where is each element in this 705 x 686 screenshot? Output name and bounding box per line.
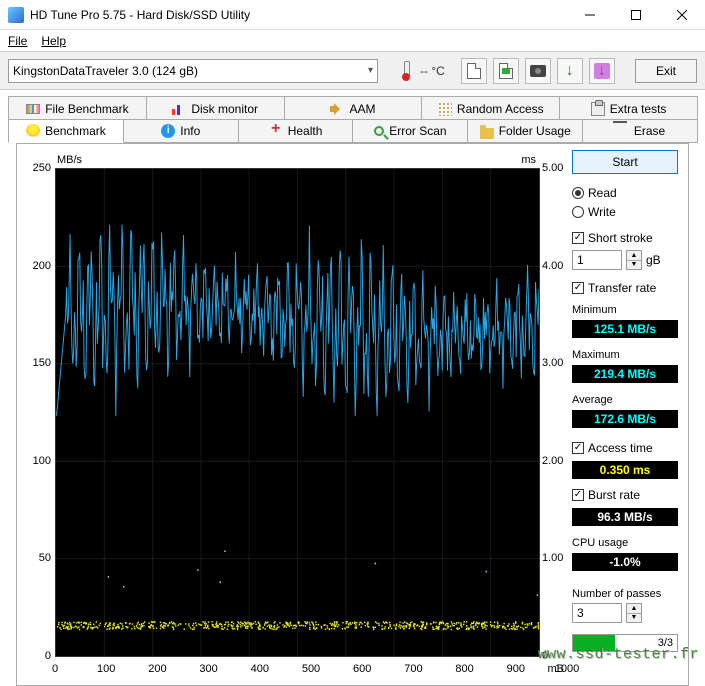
passes-spinner[interactable]: ▲▼ [626, 603, 642, 623]
copy-text-button[interactable] [461, 58, 487, 84]
tab-extra-tests[interactable]: Extra tests [559, 96, 698, 120]
tab-error-scan[interactable]: Error Scan [352, 119, 468, 143]
transfer-rate-check[interactable]: Transfer rate [572, 281, 678, 295]
min-label: Minimum [572, 304, 678, 316]
chart-icon [26, 104, 40, 114]
chart-plot [56, 169, 539, 656]
dropdown-arrow-icon: ▾ [368, 65, 373, 76]
benchmark-chart: MB/s ms 250200150100500 5.004.003.002.00… [27, 150, 566, 683]
avg-label: Average [572, 394, 678, 406]
menu-help[interactable]: Help [41, 34, 66, 48]
tab-erase[interactable]: Erase [582, 119, 698, 143]
tab-random-access[interactable]: Random Access [421, 96, 560, 120]
titlebar: HD Tune Pro 5.75 - Hard Disk/SSD Utility [0, 0, 705, 30]
tab-health[interactable]: +Health [238, 119, 354, 143]
tab-file-benchmark[interactable]: File Benchmark [8, 96, 147, 120]
tab-info[interactable]: iInfo [123, 119, 239, 143]
screenshot-button[interactable] [525, 58, 551, 84]
copy-chart-button[interactable] [493, 58, 519, 84]
read-radio[interactable]: Read [572, 186, 678, 200]
short-stroke-unit: gB [646, 253, 661, 267]
write-radio[interactable]: Write [572, 205, 678, 219]
tab-aam[interactable]: AAM [284, 96, 423, 120]
toolbar: KingstonDataTraveler 3.0 (124 gB) ▾ -- °… [0, 52, 705, 90]
progress-text: 3/3 [658, 637, 673, 649]
short-stroke-spinner[interactable]: ▲▼ [626, 250, 642, 270]
y-left-unit: MB/s [57, 154, 82, 166]
start-button[interactable]: Start [572, 150, 678, 174]
radio-off-icon [572, 206, 584, 218]
clipboard-icon [591, 102, 605, 116]
arrow-down-purple-icon: ↓ [594, 63, 610, 79]
drive-select-value: KingstonDataTraveler 3.0 (124 gB) [13, 64, 198, 78]
cpu-label: CPU usage [572, 537, 678, 549]
checkbox-on-icon [572, 282, 584, 294]
thermometer-icon [400, 61, 412, 81]
checkbox-on-icon [572, 232, 584, 244]
menubar: File Help [0, 30, 705, 52]
tab-benchmark[interactable]: Benchmark [8, 119, 124, 143]
close-button[interactable] [659, 0, 705, 30]
burst-value: 96.3 MB/s [572, 508, 678, 526]
watermark: www.ssd-tester.fr [537, 646, 699, 663]
max-value: 219.4 MB/s [572, 365, 678, 383]
access-value: 0.350 ms [572, 461, 678, 479]
checkbox-on-icon [572, 442, 584, 454]
side-panel: Start Read Write Short stroke ▲▼ gB Tran… [572, 150, 678, 683]
window-title: HD Tune Pro 5.75 - Hard Disk/SSD Utility [30, 8, 567, 22]
arrow-down-green-icon: ↓ [562, 63, 578, 79]
burst-rate-check[interactable]: Burst rate [572, 488, 678, 502]
health-cross-icon: + [269, 124, 283, 138]
speaker-icon [330, 102, 344, 116]
maximize-button[interactable] [613, 0, 659, 30]
passes-input[interactable] [572, 603, 622, 623]
access-time-check[interactable]: Access time [572, 441, 678, 455]
checkbox-on-icon [572, 489, 584, 501]
exit-button[interactable]: Exit [635, 59, 697, 83]
menu-file[interactable]: File [8, 34, 27, 48]
camera-icon [530, 65, 546, 77]
y-right-unit: ms [521, 154, 536, 166]
drive-select[interactable]: KingstonDataTraveler 3.0 (124 gB) ▾ [8, 59, 378, 83]
short-stroke-check[interactable]: Short stroke [572, 231, 678, 245]
document-chart-icon [499, 63, 513, 79]
app-icon [8, 7, 24, 23]
document-icon [467, 63, 481, 79]
temperature-label: -- °C [420, 64, 445, 78]
max-label: Maximum [572, 349, 678, 361]
avg-value: 172.6 MB/s [572, 410, 678, 428]
radio-on-icon [572, 187, 584, 199]
tab-area: File Benchmark Disk monitor AAM Random A… [0, 90, 705, 686]
random-dots-icon [438, 102, 452, 116]
bulb-icon [26, 124, 40, 138]
cpu-value: -1.0% [572, 553, 678, 571]
magnifier-icon [374, 126, 384, 136]
folder-icon [480, 128, 494, 139]
minimize-button[interactable] [567, 0, 613, 30]
tab-disk-monitor[interactable]: Disk monitor [146, 96, 285, 120]
info-icon: i [161, 124, 175, 138]
min-value: 125.1 MB/s [572, 320, 678, 338]
short-stroke-input[interactable] [572, 250, 622, 270]
bar-chart-icon [172, 103, 186, 115]
tab-folder-usage[interactable]: Folder Usage [467, 119, 583, 143]
save-button[interactable]: ↓ [557, 58, 583, 84]
passes-label: Number of passes [572, 588, 678, 600]
load-button[interactable]: ↓ [589, 58, 615, 84]
